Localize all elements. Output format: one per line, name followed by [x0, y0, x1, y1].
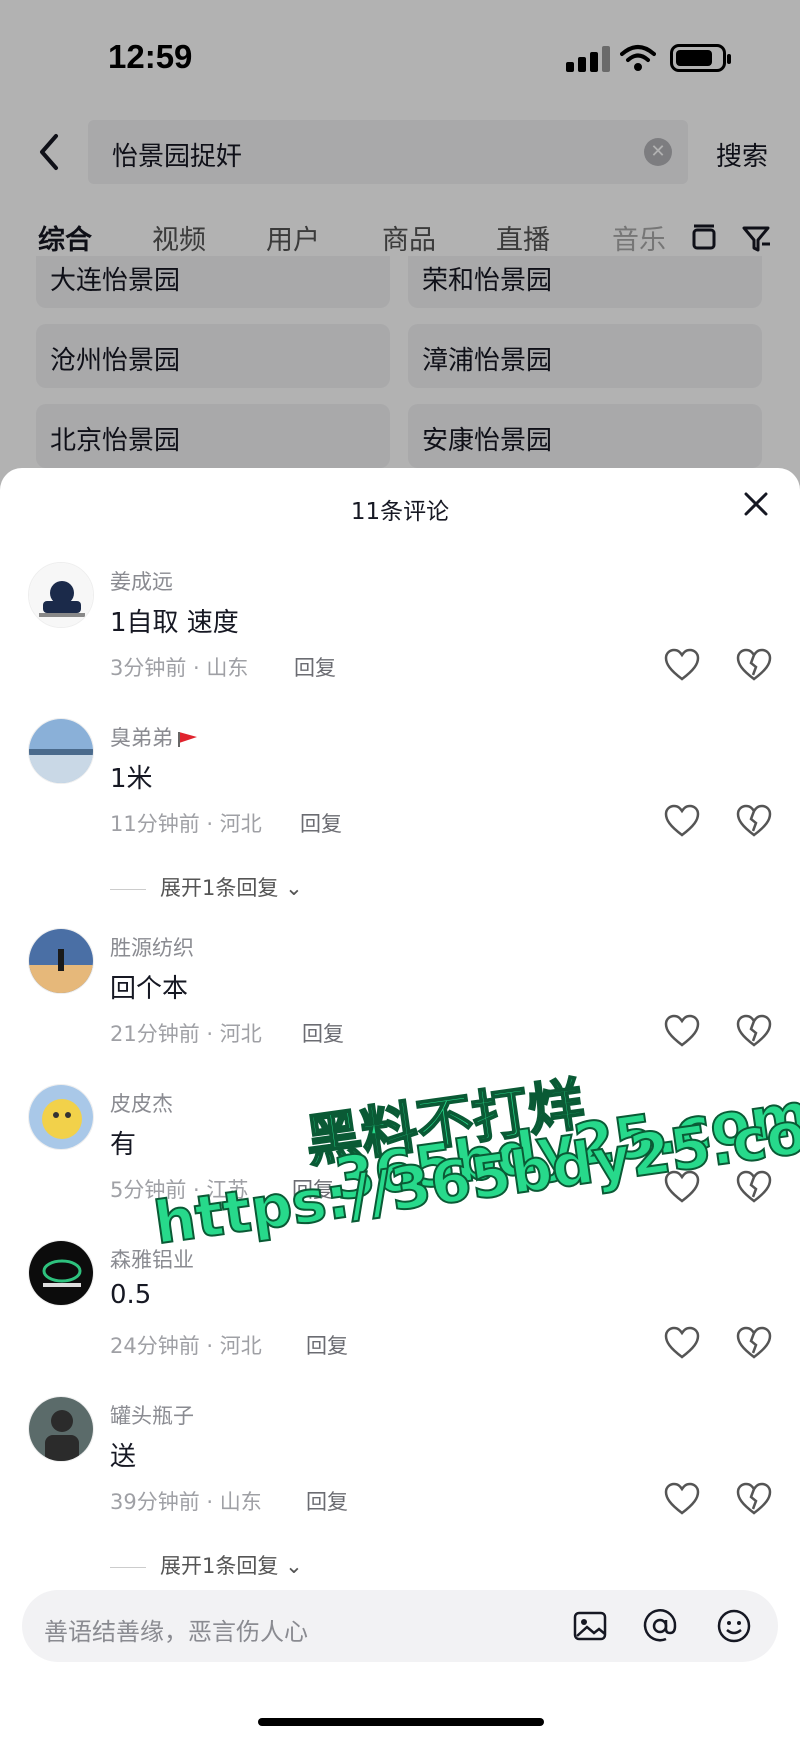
chevron-down-icon: ⌄ [285, 876, 303, 900]
comment-text: 送 [110, 1442, 137, 1472]
comment-username[interactable]: 皮皮杰 [110, 1088, 173, 1118]
comment-text: 回个本 [110, 974, 189, 1004]
comment-meta: 24分钟前 · 河北 [110, 1334, 262, 1358]
comment-meta: 3分钟前 · 山东 [110, 656, 249, 680]
comment-item: 胜源纺织 回个本 21分钟前 · 河北 回复 [0, 928, 800, 1078]
comment-meta: 21分钟前 · 河北 [110, 1022, 262, 1046]
comment-item: 罐头瓶子 送 39分钟前 · 山东 回复 [0, 1396, 800, 1546]
avatar[interactable] [28, 562, 94, 628]
comment-input[interactable]: 善语结善缘，恶言伤人心 [22, 1590, 778, 1662]
broken-heart-icon[interactable] [736, 648, 772, 682]
image-icon[interactable] [572, 1608, 608, 1644]
expand-replies-label: 展开1条回复 [160, 876, 279, 900]
comment-username[interactable]: 臭弟弟 [110, 722, 199, 752]
comment-text: 1米 [110, 764, 153, 794]
reply-button[interactable]: 回复 [306, 1486, 348, 1516]
comment-meta: 11分钟前 · 河北 [110, 812, 262, 836]
avatar[interactable] [28, 1396, 94, 1462]
heart-icon[interactable] [664, 804, 700, 838]
expand-replies-label: 展开1条回复 [160, 1554, 279, 1578]
broken-heart-icon[interactable] [736, 1482, 772, 1516]
expand-replies-button[interactable]: 展开1条回复 ⌄ [110, 1550, 303, 1580]
reply-button[interactable]: 回复 [302, 1018, 344, 1048]
comments-title: 11条评论 [350, 499, 450, 525]
emoji-icon[interactable] [716, 1608, 752, 1644]
comment-item: 姜成远 1自取 速度 3分钟前 · 山东 回复 [0, 562, 800, 712]
comment-meta: 39分钟前 · 山东 [110, 1490, 262, 1514]
comment-text: 1自取 速度 [110, 608, 239, 638]
red-flag-icon [178, 732, 197, 747]
comment-username[interactable]: 罐头瓶子 [110, 1400, 194, 1430]
reply-button[interactable]: 回复 [306, 1330, 348, 1360]
reply-button[interactable]: 回复 [300, 808, 342, 838]
broken-heart-icon[interactable] [736, 1326, 772, 1360]
comment-username-text: 臭弟弟 [110, 726, 173, 750]
avatar[interactable] [28, 928, 94, 994]
close-icon[interactable] [740, 488, 772, 520]
heart-icon[interactable] [664, 1482, 700, 1516]
broken-heart-icon[interactable] [736, 1014, 772, 1048]
chevron-down-icon: ⌄ [285, 1554, 303, 1578]
expand-replies-button[interactable]: 展开1条回复 ⌄ [110, 872, 303, 902]
avatar[interactable] [28, 1240, 94, 1306]
comment-text: 0.5 [110, 1280, 152, 1310]
comment-input-placeholder: 善语结善缘，恶言伤人心 [44, 1618, 308, 1646]
comment-username[interactable]: 胜源纺织 [110, 932, 194, 962]
comment-text: 有 [110, 1130, 137, 1160]
comment-username[interactable]: 姜成远 [110, 566, 173, 596]
broken-heart-icon[interactable] [736, 804, 772, 838]
heart-icon[interactable] [664, 1326, 700, 1360]
home-indicator [258, 1718, 544, 1726]
avatar[interactable] [28, 718, 94, 784]
reply-button[interactable]: 回复 [294, 652, 336, 682]
mention-icon[interactable] [642, 1608, 678, 1644]
avatar[interactable] [28, 1084, 94, 1150]
heart-icon[interactable] [664, 1014, 700, 1048]
comment-item: 森雅铝业 0.5 24分钟前 · 河北 回复 [0, 1240, 800, 1390]
heart-icon[interactable] [664, 648, 700, 682]
comment-item: 臭弟弟 1米 11分钟前 · 河北 回复 [0, 718, 800, 868]
